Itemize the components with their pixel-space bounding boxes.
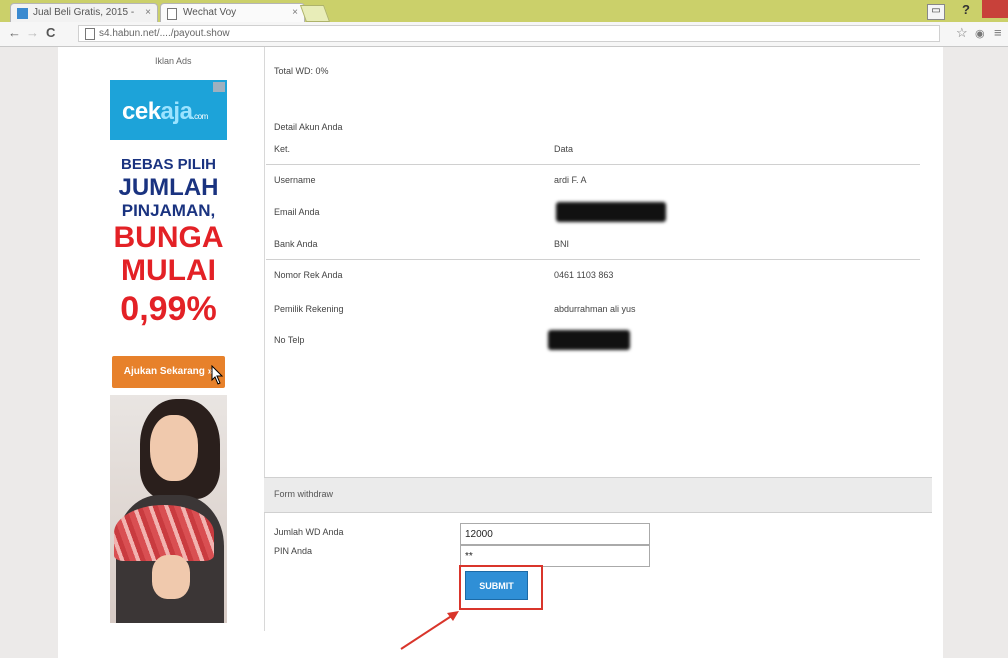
page-favicon-icon bbox=[167, 8, 177, 20]
ad-brand-accent: aja bbox=[160, 98, 193, 125]
tab-active[interactable]: Wechat Voy × bbox=[160, 3, 305, 22]
row-email-key: Email Anda bbox=[274, 207, 320, 217]
tab-close-icon[interactable]: × bbox=[145, 4, 151, 22]
detail-col-value: Data bbox=[554, 144, 574, 154]
amount-input[interactable] bbox=[460, 523, 650, 545]
menu-icon[interactable]: ≡ bbox=[994, 25, 1002, 40]
browser-tab-strip: Jual Beli Gratis, 2015 - × Wechat Voy × … bbox=[0, 0, 1008, 22]
row-owner-key: Pemilik Rekening bbox=[274, 304, 344, 314]
ad-headline-4: BUNGA bbox=[113, 221, 224, 254]
ad-brand-suffix: .com bbox=[192, 112, 208, 121]
mouse-pointer-icon bbox=[211, 365, 224, 385]
redacted-phone bbox=[548, 330, 630, 350]
window-close-button[interactable] bbox=[982, 0, 1008, 18]
row-username-value: ardi F. A bbox=[554, 175, 587, 185]
row-rek-value: 0461 1103 863 bbox=[554, 270, 614, 280]
back-arrow-icon[interactable]: ← bbox=[8, 25, 21, 40]
new-tab-button[interactable] bbox=[299, 5, 331, 22]
ad-headline-1: BEBAS PILIH bbox=[120, 156, 216, 173]
address-url: s4.habun.net/..../payout.show bbox=[99, 28, 230, 39]
ad-choices-icon[interactable] bbox=[213, 82, 225, 92]
ad-photo-woman-with-money bbox=[110, 395, 227, 623]
tab-jual-beli[interactable]: Jual Beli Gratis, 2015 - × bbox=[10, 3, 158, 22]
bookmark-star-icon[interactable]: ☆ bbox=[956, 25, 968, 41]
browser-toolbar: ← → C s4.habun.net/..../payout.show ☆ ◉ … bbox=[0, 22, 1008, 47]
page-icon bbox=[85, 28, 95, 40]
row-bank-value: BNI bbox=[554, 239, 570, 249]
ad-apply-button[interactable]: Ajukan Sekarang » bbox=[112, 356, 225, 388]
ad-headline-3: PINJAMAN, bbox=[121, 201, 216, 220]
row-rek-key: Nomor Rek Anda bbox=[274, 270, 343, 280]
forward-arrow-icon[interactable]: → bbox=[26, 25, 39, 40]
reload-icon[interactable]: C bbox=[46, 25, 55, 40]
ad-logo: cekaja.com bbox=[110, 80, 227, 140]
submit-button[interactable]: SUBMIT bbox=[465, 571, 528, 600]
detail-col-key: Ket. bbox=[274, 144, 291, 154]
address-bar[interactable]: s4.habun.net/..../payout.show bbox=[78, 25, 940, 42]
ad-headline-5: MULAI bbox=[121, 254, 216, 287]
detail-section-title: Detail Akun Anda bbox=[274, 122, 343, 132]
detail-row-divider bbox=[266, 259, 920, 260]
row-username-key: Username bbox=[274, 175, 316, 185]
extension-icon[interactable]: ◉ bbox=[975, 27, 985, 40]
tab-close-icon[interactable]: × bbox=[292, 4, 298, 22]
row-phone-key: No Telp bbox=[274, 335, 305, 345]
detail-header-divider bbox=[266, 164, 920, 165]
tab-label: Jual Beli Gratis, 2015 - bbox=[33, 7, 135, 18]
ad-caption: Iklan Ads bbox=[155, 56, 192, 66]
pin-input[interactable] bbox=[460, 545, 650, 567]
window-minimize-button[interactable]: ▭ bbox=[927, 4, 945, 20]
ad-brand-main: cek bbox=[122, 98, 161, 125]
tab-favicon-icon bbox=[17, 8, 28, 19]
amount-label: Jumlah WD Anda bbox=[274, 527, 344, 537]
pin-label: PIN Anda bbox=[274, 546, 313, 556]
ad-headline-2: JUMLAH bbox=[118, 174, 219, 201]
tab-label: Wechat Voy bbox=[183, 7, 237, 18]
ad-headline-6: 0,99% bbox=[120, 290, 217, 328]
withdraw-form-title: Form withdraw bbox=[274, 489, 334, 499]
annotation-arrow-icon bbox=[400, 611, 459, 650]
row-bank-key: Bank Anda bbox=[274, 239, 318, 249]
row-owner-value: abdurrahman ali yus bbox=[554, 304, 636, 314]
withdraw-form-header: Form withdraw bbox=[264, 477, 932, 513]
sidebar-ad-banner[interactable]: cekaja.com BEBAS PILIH JUMLAH PINJAMAN, … bbox=[110, 80, 227, 623]
help-icon[interactable]: ? bbox=[962, 2, 970, 17]
redacted-email bbox=[556, 202, 666, 222]
total-wd-label: Total WD: 0% bbox=[274, 66, 329, 76]
